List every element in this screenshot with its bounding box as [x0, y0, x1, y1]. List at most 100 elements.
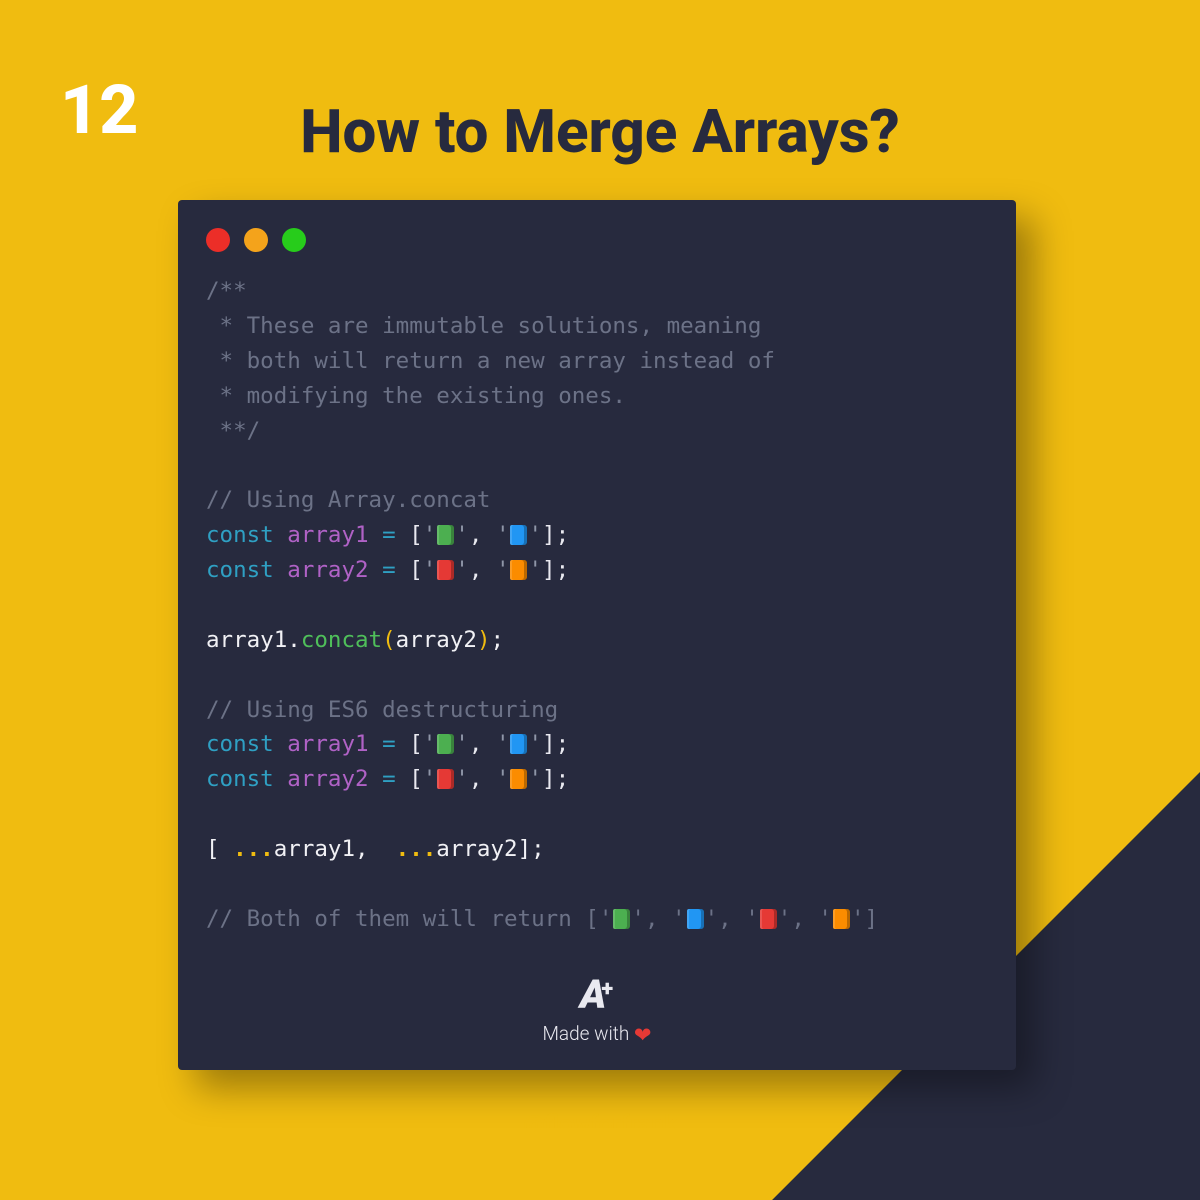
code-identifier: array1 [274, 836, 355, 862]
code-comment: * These are immutable solutions, meaning [206, 313, 761, 339]
code-comma: , [469, 731, 496, 757]
code-bracket: [ [409, 522, 423, 548]
code-semicolon: ; [556, 766, 570, 792]
code-identifier: array2 [287, 766, 368, 792]
logo-plus: + [601, 977, 611, 1002]
window-traffic-lights [206, 228, 988, 252]
logo: A+ [178, 975, 1016, 1015]
code-block: /** * These are immutable solutions, mea… [206, 274, 988, 937]
book-green-icon [613, 909, 630, 929]
code-comment-text: // Both of them will return [ [206, 906, 599, 932]
code-string-quote: ' [496, 731, 510, 757]
code-comment: // Using ES6 destructuring [206, 697, 558, 723]
code-paren: ) [477, 627, 491, 653]
code-bracket: [ [409, 557, 423, 583]
code-string-quote: ' [745, 906, 759, 932]
code-keyword: const [206, 766, 274, 792]
code-semicolon: ; [490, 627, 504, 653]
code-bracket: ] [542, 731, 556, 757]
code-comment: * both will return a new array instead o… [206, 348, 775, 374]
code-bracket: ] [542, 522, 556, 548]
code-comment: * modifying the existing ones. [206, 383, 626, 409]
close-icon [206, 228, 230, 252]
code-comma: , [718, 906, 745, 932]
code-window: /** * These are immutable solutions, mea… [178, 200, 1016, 1070]
code-comma: , [791, 906, 818, 932]
code-string-quote: ' [455, 522, 469, 548]
code-string-quote: ' [528, 766, 542, 792]
code-comment-text: ] [865, 906, 879, 932]
code-string-quote: ' [528, 522, 542, 548]
book-red-icon [437, 769, 454, 789]
code-comma: , [469, 557, 496, 583]
code-string-quote: ' [496, 557, 510, 583]
code-bracket: [ [409, 731, 423, 757]
code-string-quote: ' [599, 906, 613, 932]
code-string-quote: ' [496, 522, 510, 548]
book-orange-icon [510, 560, 527, 580]
code-string-quote: ' [631, 906, 645, 932]
code-operator: = [369, 522, 410, 548]
minimize-icon [244, 228, 268, 252]
code-comma: , [355, 836, 382, 862]
book-blue-icon [687, 909, 704, 929]
code-string-quote: ' [672, 906, 686, 932]
code-keyword: const [206, 522, 274, 548]
book-green-icon [437, 525, 454, 545]
card-footer: A+ Made with ❤ [178, 975, 1016, 1046]
code-string-quote: ' [455, 731, 469, 757]
heart-icon: ❤ [634, 1024, 652, 1048]
slide-title: How to Merge Arrays? [0, 96, 1200, 167]
code-bracket: ] [518, 836, 532, 862]
code-semicolon: ; [556, 731, 570, 757]
code-bracket: [ [206, 836, 220, 862]
code-comment: // Using Array.concat [206, 487, 490, 513]
code-dot: . [287, 627, 301, 653]
code-string-quote: ' [528, 731, 542, 757]
code-spread: ... [396, 836, 437, 862]
code-string-quote: ' [496, 766, 510, 792]
code-method: concat [301, 627, 382, 653]
code-bracket: ] [542, 766, 556, 792]
code-string-quote: ' [528, 557, 542, 583]
code-comment: **/ [206, 418, 260, 444]
code-operator: = [369, 731, 410, 757]
code-bracket: ] [542, 557, 556, 583]
code-string-quote: ' [423, 522, 437, 548]
book-red-icon [760, 909, 777, 929]
code-keyword: const [206, 731, 274, 757]
code-comma: , [469, 766, 496, 792]
book-blue-icon [510, 734, 527, 754]
code-string-quote: ' [778, 906, 792, 932]
code-string-quote: ' [423, 731, 437, 757]
book-blue-icon [510, 525, 527, 545]
code-identifier: array1 [287, 522, 368, 548]
code-identifier: array1 [287, 731, 368, 757]
book-green-icon [437, 734, 454, 754]
code-comma: , [645, 906, 672, 932]
made-with-text: Made with [542, 1022, 629, 1045]
code-comma: , [469, 522, 496, 548]
code-identifier: array2 [436, 836, 517, 862]
code-operator: = [369, 766, 410, 792]
code-identifier: array1 [206, 627, 287, 653]
made-with-line: Made with ❤ [178, 1021, 1016, 1046]
code-identifier: array2 [396, 627, 477, 653]
code-string-quote: ' [423, 766, 437, 792]
code-semicolon: ; [531, 836, 545, 862]
code-string-quote: ' [851, 906, 865, 932]
code-bracket: [ [409, 766, 423, 792]
author-handle: @flowforfrank [0, 1110, 1200, 1138]
code-semicolon: ; [556, 557, 570, 583]
code-spread: ... [233, 836, 274, 862]
code-identifier: array2 [287, 557, 368, 583]
code-paren: ( [382, 627, 396, 653]
book-red-icon [437, 560, 454, 580]
book-orange-icon [510, 769, 527, 789]
slide-canvas: 12 How to Merge Arrays? /** * These are … [0, 0, 1200, 1200]
maximize-icon [282, 228, 306, 252]
code-comment: // Both of them will return ['', '', '',… [206, 906, 878, 932]
code-semicolon: ; [556, 522, 570, 548]
book-orange-icon [833, 909, 850, 929]
code-comment: /** [206, 278, 247, 304]
